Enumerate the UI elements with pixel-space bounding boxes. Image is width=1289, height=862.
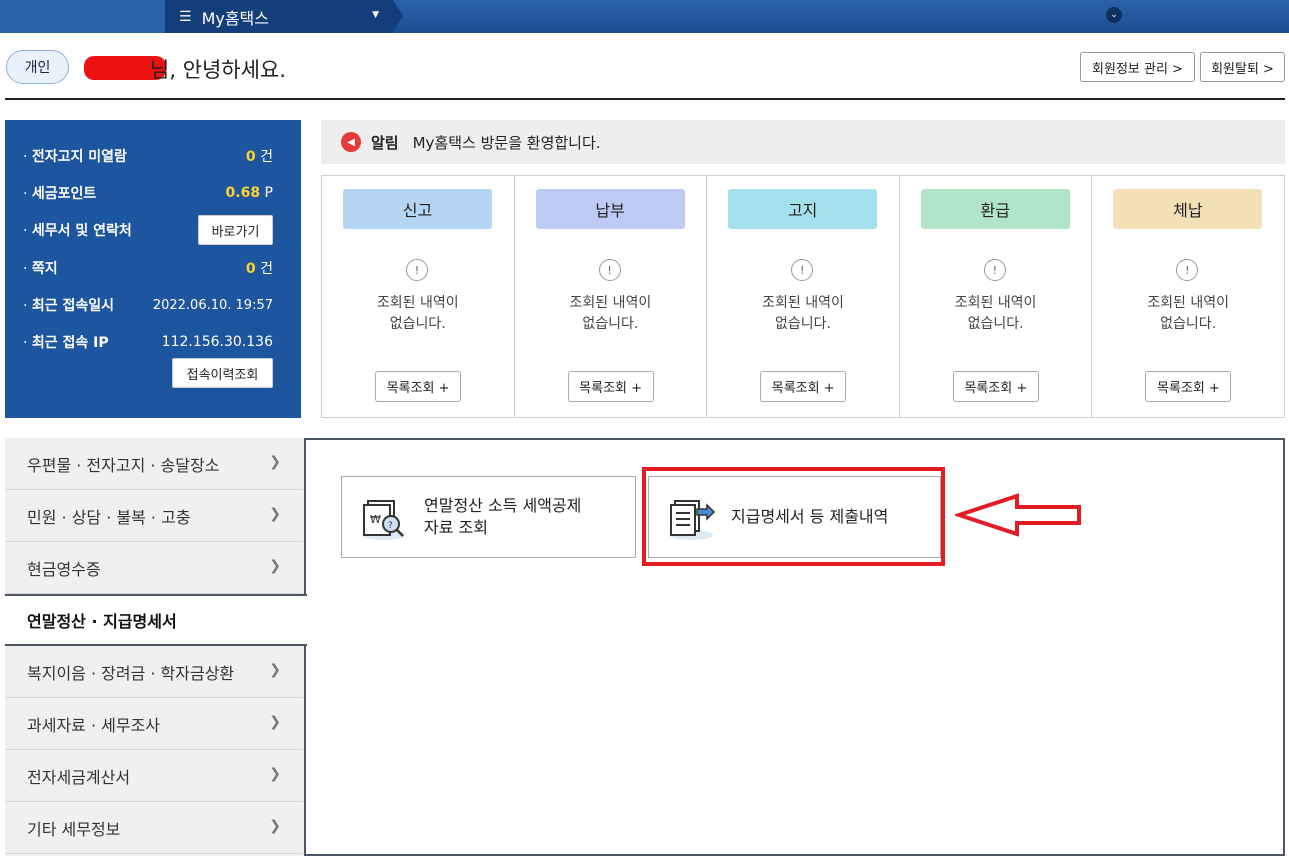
list-view-button[interactable]: 목록조회 + — [375, 371, 461, 402]
info-last-login-row: 최근 접속일시 2022.06.10. 19:57 — [23, 295, 273, 315]
sidebar-item-other[interactable]: 기타 세무정보 ❯ — [5, 802, 303, 854]
category-arrears: 체납 ! 조회된 내역이 없습니다. 목록조회 + — [1092, 176, 1284, 417]
category-payment: 납부 ! 조회된 내역이 없습니다. 목록조회 + — [515, 176, 708, 417]
highlight-box — [642, 467, 945, 566]
user-info-panel: 전자고지 미열람 0 건 세금포인트 0.68 P 세무서 및 연락처 바로가기… — [5, 120, 301, 418]
deduction-data-card[interactable]: ₩ ? 연말정산 소득 세액공제 자료 조회 — [341, 476, 636, 558]
top-bar-left-area — [0, 0, 165, 33]
list-view-button[interactable]: 목록조회 + — [567, 371, 654, 402]
chevron-down-icon[interactable]: ⌄ — [1106, 7, 1122, 23]
category-title[interactable]: 고지 — [728, 189, 878, 229]
deduction-card-label: 연말정산 소득 세액공제 자료 조회 — [424, 496, 582, 537]
list-view-button[interactable]: 목록조회 + — [1145, 371, 1232, 402]
user-type-badge: 개인 — [6, 50, 69, 84]
svg-text:?: ? — [388, 521, 393, 531]
exclamation-icon: ! — [598, 259, 621, 281]
category-report: 신고 ! 조회된 내역이 없습니다. 목록조회 + — [322, 176, 515, 417]
info-unread-row[interactable]: 전자고지 미열람 0 건 — [23, 146, 273, 166]
empty-message: 조회된 내역이 없습니다. — [762, 295, 844, 332]
my-hometax-menu[interactable]: ☰ My홈택스 ▼ — [165, 0, 403, 33]
document-search-icon: ₩ ? — [362, 500, 406, 540]
category-refund: 환급 ! 조회된 내역이 없습니다. 목록조회 + — [900, 176, 1093, 417]
top-navigation-bar: ☰ My홈택스 ▼ ⌄ — [0, 0, 1289, 33]
annotation-arrow-icon — [955, 493, 1081, 537]
triangle-down-icon: ▼ — [372, 10, 379, 20]
category-title[interactable]: 체납 — [1113, 189, 1263, 229]
empty-message: 조회된 내역이 없습니다. — [1147, 295, 1230, 332]
category-notice: 고지 ! 조회된 내역이 없습니다. 목록조회 + — [707, 176, 900, 417]
exclamation-icon: ! — [983, 259, 1006, 281]
chevron-right-icon: ❯ — [269, 506, 281, 522]
info-last-ip-row: 최근 접속 IP 112.156.30.136 — [23, 332, 273, 352]
office-shortcut-button[interactable]: 바로가기 — [198, 215, 273, 245]
sidebar-item-cash-receipt[interactable]: 현금영수증 ❯ — [5, 542, 303, 594]
empty-message: 조회된 내역이 없습니다. — [376, 295, 459, 332]
category-title[interactable]: 환급 — [920, 189, 1070, 229]
sidebar-item-civil[interactable]: 민원 · 상담 · 불복 · 고충 ❯ — [5, 490, 303, 542]
category-title[interactable]: 신고 — [343, 189, 492, 229]
empty-message: 조회된 내역이 없습니다. — [954, 295, 1037, 332]
hamburger-icon: ☰ — [179, 8, 192, 25]
sidebar-item-welfare[interactable]: 복지이음 · 장려금 · 학자금상환 ❯ — [5, 646, 303, 698]
exclamation-icon: ! — [406, 259, 428, 281]
category-title[interactable]: 납부 — [535, 189, 685, 229]
sidebar-menu: 우편물 · 전자고지 · 송달장소 ❯ 민원 · 상담 · 불복 · 고충 ❯ 현금… — [5, 438, 307, 856]
notice-text: My홈택스 방문을 환영합니다. — [412, 133, 601, 152]
sidebar-item-mail[interactable]: 우편물 · 전자고지 · 송달장소 ❯ — [5, 438, 303, 490]
chevron-right-icon: ❯ — [269, 714, 281, 730]
info-memo-row[interactable]: 쪽지 0 건 — [23, 258, 273, 278]
chevron-right-icon: ❯ — [269, 558, 281, 574]
exclamation-icon: ! — [1176, 259, 1199, 281]
sidebar-item-e-invoice[interactable]: 전자세금계산서 ❯ — [5, 750, 303, 802]
svg-text:₩: ₩ — [370, 513, 381, 526]
empty-message: 조회된 내역이 없습니다. — [569, 295, 652, 332]
info-points-row[interactable]: 세금포인트 0.68 P — [23, 183, 273, 203]
header-divider — [5, 98, 1285, 100]
chevron-right-icon: ❯ — [269, 818, 281, 834]
login-history-button[interactable]: 접속이력조회 — [172, 358, 273, 388]
list-view-button[interactable]: 목록조회 + — [760, 371, 847, 402]
chevron-right-icon: ❯ — [269, 766, 281, 782]
member-info-button[interactable]: 회원정보 관리 > — [1080, 52, 1195, 82]
notice-bar: ◀ 알림 My홈택스 방문을 환영합니다. — [321, 120, 1285, 164]
category-panel: 신고 ! 조회된 내역이 없습니다. 목록조회 + 납부 ! 조회된 내역이 없습니… — [321, 175, 1285, 418]
sidebar-item-tax-data[interactable]: 과세자료 · 세무조사 ❯ — [5, 698, 303, 750]
list-view-button[interactable]: 목록조회 + — [952, 371, 1039, 402]
greeting-text: 님, 안녕하세요. — [150, 58, 286, 82]
megaphone-icon: ◀ — [341, 132, 361, 152]
menu-label: My홈택스 — [201, 8, 269, 28]
chevron-right-icon: ❯ — [269, 662, 281, 678]
chevron-right-icon: ❯ — [269, 454, 281, 470]
notice-label: 알림 — [371, 133, 399, 152]
sidebar-item-year-end[interactable]: 연말정산 · 지급명세서 — [5, 594, 307, 646]
exclamation-icon: ! — [791, 259, 814, 281]
withdraw-button[interactable]: 회원탈퇴 > — [1200, 52, 1285, 82]
